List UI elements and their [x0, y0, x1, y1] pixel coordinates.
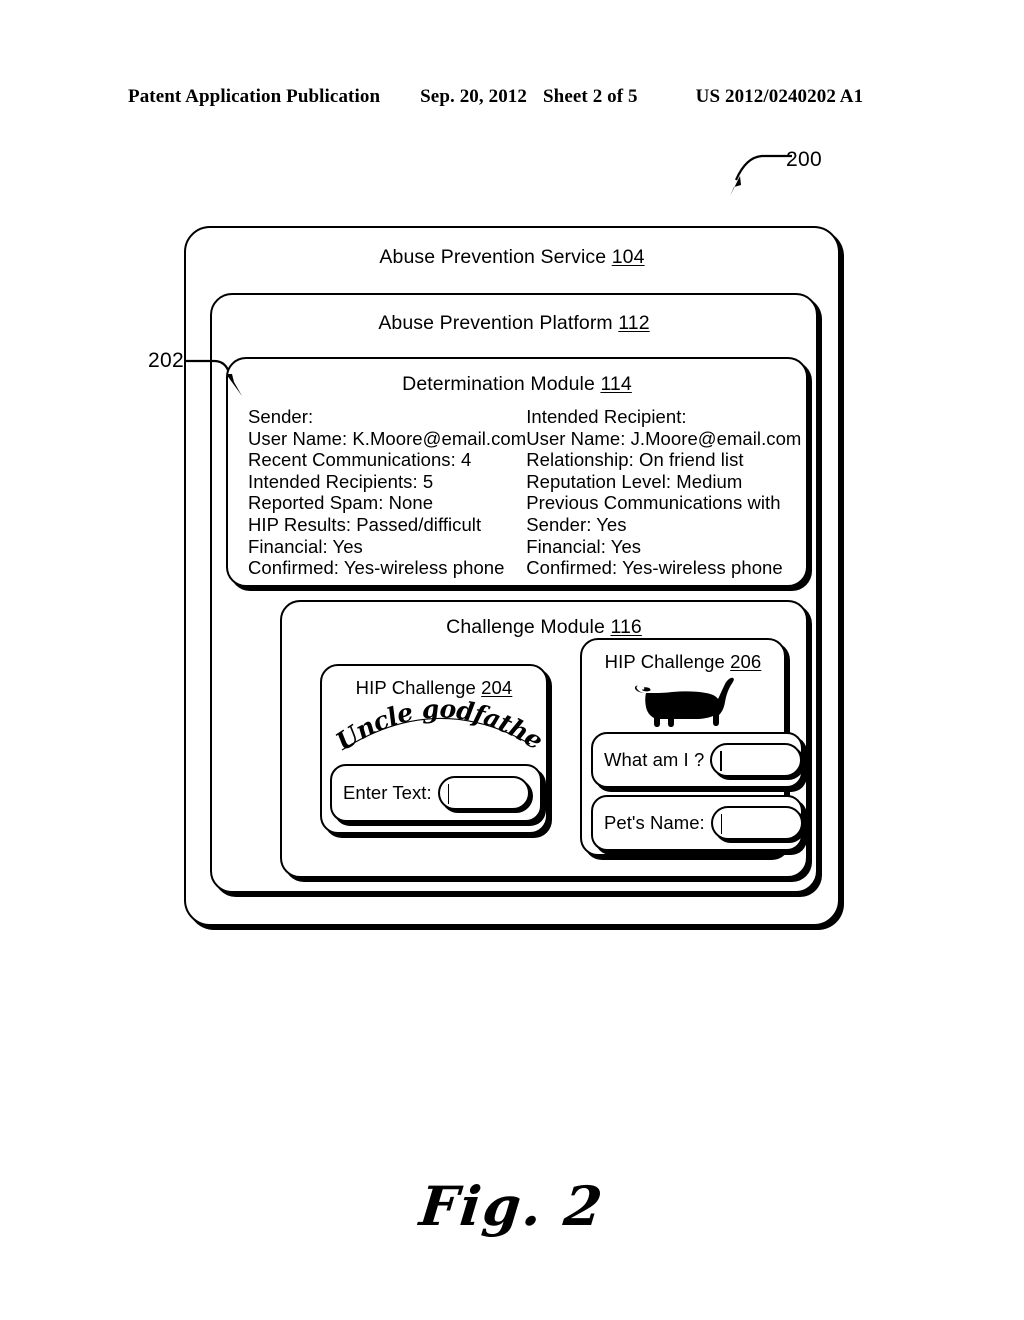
- hip206-ref-number: 206: [730, 651, 762, 672]
- hip-challenge-206-title: HIP Challenge 206: [582, 651, 784, 673]
- captcha-handwriting-image: Uncle godfather: [326, 675, 549, 756]
- callout-200-leader-line: [730, 154, 792, 196]
- platform-ref-number: 112: [618, 312, 650, 334]
- header-date-label: Sep. 20, 2012: [420, 86, 528, 107]
- text-caret: [720, 751, 722, 771]
- recipient-line: Financial: Yes: [526, 535, 642, 557]
- sender-line: User Name: K.Moore@email.com: [248, 427, 527, 449]
- recipient-line: Intended Recipient:: [526, 406, 687, 427]
- challenge-title-text: Challenge Module: [446, 616, 611, 638]
- abuse-prevention-platform-box: Abuse Prevention Platform 112 Determinat…: [210, 293, 818, 893]
- sender-line: Confirmed: Yes-wireless phone: [248, 557, 505, 579]
- challenge-module-box: Challenge Module 116 HIP Challenge 204 U…: [280, 600, 808, 878]
- sender-line: Recent Communications: 4: [248, 449, 472, 471]
- hip-challenge-204-box: HIP Challenge 204 Uncle godfather Enter …: [320, 664, 548, 834]
- sender-line: Sender:: [248, 406, 314, 427]
- pets-name-input[interactable]: [710, 806, 803, 840]
- sender-line: Financial: Yes: [248, 535, 363, 557]
- determination-title-text: Determination Module: [402, 373, 601, 395]
- hip204-ref-number: 204: [481, 677, 513, 698]
- sender-data-column: Sender: User Name: K.Moore@email.com Rec…: [248, 406, 526, 579]
- callout-200-label: 200: [786, 148, 822, 171]
- figure-caption: Fig. 2: [416, 1174, 608, 1238]
- callout-202-label: 202: [148, 349, 184, 372]
- determination-module-title: Determination Module 114: [228, 373, 806, 396]
- enter-text-label: Enter Text:: [343, 782, 432, 803]
- challenge-module-title: Challenge Module 116: [282, 616, 806, 639]
- header-publication-label: Patent Application Publication: [128, 86, 381, 107]
- pets-name-label: Pet's Name:: [604, 812, 705, 833]
- enter-text-input[interactable]: [437, 776, 530, 810]
- page-header: Patent Application Publication Sep. 20, …: [128, 86, 896, 110]
- abuse-prevention-platform-title: Abuse Prevention Platform 112: [212, 312, 816, 335]
- text-caret: [720, 814, 723, 834]
- recipient-line: Relationship: On friend list: [526, 449, 744, 471]
- header-sheet-label: Sheet 2 of 5: [543, 86, 638, 107]
- sender-line: Reported Spam: None: [248, 492, 434, 514]
- recipient-line: Reputation Level: Medium: [526, 470, 743, 492]
- abuse-prevention-service-title: Abuse Prevention Service 104: [186, 246, 838, 269]
- recipient-line: Confirmed: Yes-wireless phone: [526, 557, 783, 579]
- determination-data-columns: Sender: User Name: K.Moore@email.com Rec…: [248, 406, 801, 579]
- dog-icon: [634, 677, 734, 727]
- determination-ref-number: 114: [600, 373, 632, 395]
- recipient-data-column: Intended Recipient: User Name: J.Moore@e…: [526, 406, 801, 579]
- hip-challenge-206-box: HIP Challenge 206 What am I ? Pet's Name…: [580, 638, 803, 856]
- platform-title-text: Abuse Prevention Platform: [378, 312, 619, 334]
- pets-name-field-row[interactable]: Pet's Name:: [591, 795, 803, 851]
- text-caret: [447, 784, 450, 804]
- hip204-title-text: HIP Challenge: [355, 677, 482, 698]
- enter-text-field-row[interactable]: Enter Text:: [330, 764, 542, 822]
- abuse-prevention-service-box: Abuse Prevention Service 104 Abuse Preve…: [184, 226, 840, 926]
- service-ref-number: 104: [611, 246, 645, 268]
- recipient-line: Sender: Yes: [526, 513, 627, 535]
- challenge-ref-number: 116: [610, 616, 642, 638]
- header-document-number: US 2012/0240202 A1: [695, 86, 864, 107]
- recipient-line: User Name: J.Moore@email.com: [526, 427, 802, 449]
- determination-module-box: Determination Module 114 Sender: User Na…: [226, 357, 808, 587]
- callout-202-leader-line: [186, 359, 242, 396]
- hip206-title-text: HIP Challenge: [604, 651, 731, 672]
- service-title-text: Abuse Prevention Service: [379, 246, 612, 268]
- what-am-i-input[interactable]: [710, 743, 803, 777]
- what-am-i-field-row[interactable]: What am I ?: [591, 732, 803, 788]
- what-am-i-label: What am I ?: [604, 749, 705, 770]
- sender-line: Intended Recipients: 5: [248, 470, 434, 492]
- sender-line: HIP Results: Passed/difficult: [248, 513, 482, 535]
- recipient-line: Previous Communications with: [526, 492, 781, 514]
